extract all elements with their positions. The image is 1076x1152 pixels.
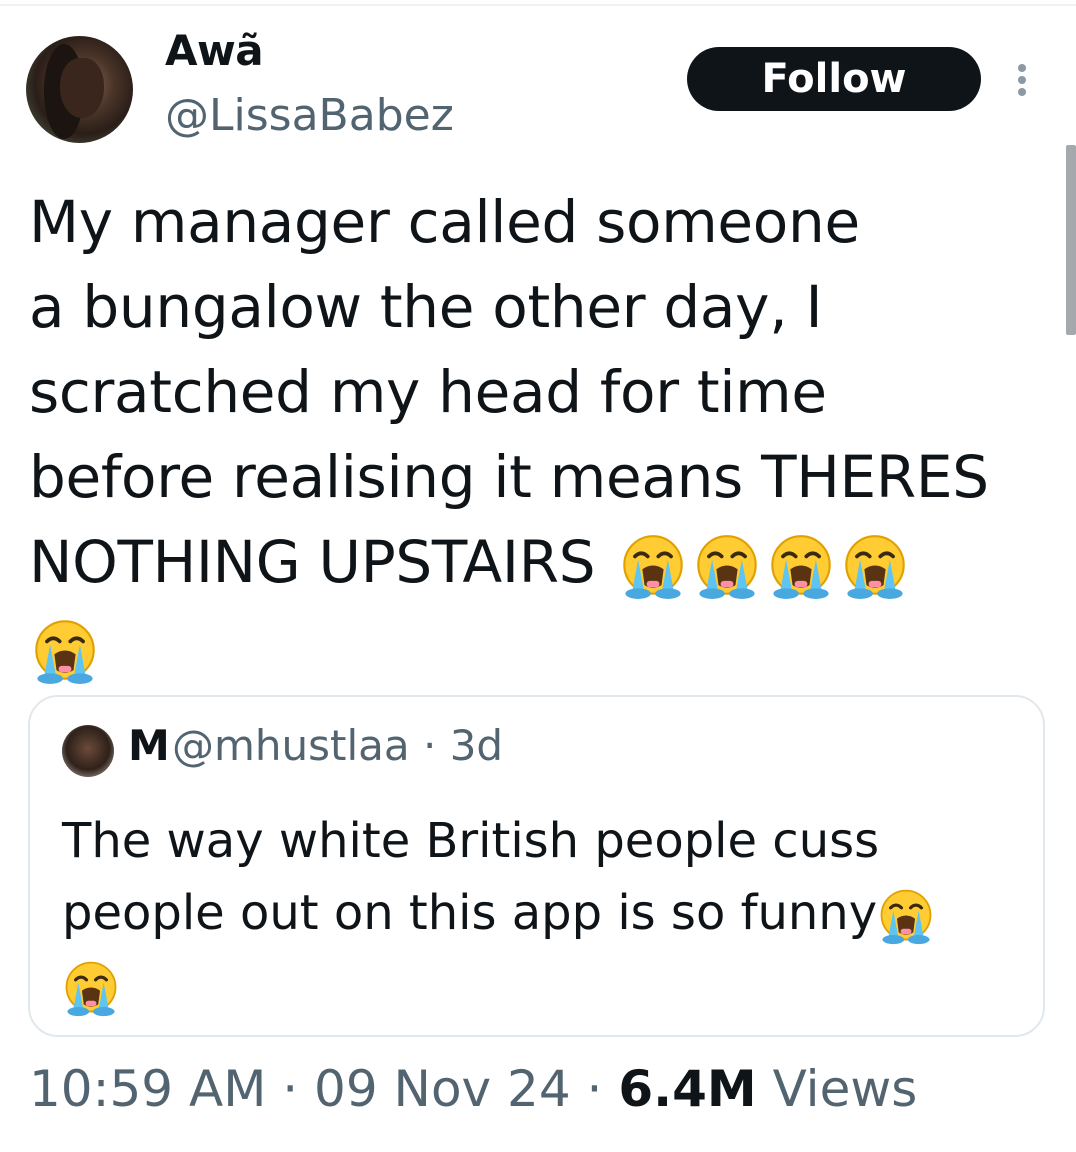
loudly-crying-face-emoji bbox=[877, 887, 935, 945]
tweet-date[interactable]: 09 Nov 24 bbox=[314, 1060, 571, 1118]
quote-line: The way white British people cuss bbox=[62, 813, 880, 869]
tweet-line-6 bbox=[29, 605, 1029, 690]
quoted-author-meta: @mhustlaa · 3d bbox=[172, 721, 504, 770]
loudly-crying-face-emoji bbox=[619, 532, 687, 600]
quote-line-3 bbox=[62, 949, 1002, 1021]
tweet-timestamp-row: 10:59 AM · 09 Nov 24 · 6.4M Views bbox=[29, 1060, 917, 1118]
author-avatar[interactable] bbox=[26, 36, 133, 143]
views-count[interactable]: 6.4M bbox=[618, 1060, 756, 1118]
loudly-crying-face-emoji bbox=[693, 532, 761, 600]
author-handle[interactable]: @LissaBabez bbox=[165, 90, 454, 141]
tweet-line: a bungalow the other day, I bbox=[29, 273, 823, 341]
quoted-author-avatar[interactable] bbox=[62, 725, 114, 777]
views-label: Views bbox=[756, 1060, 918, 1118]
top-divider bbox=[0, 4, 1076, 6]
loudly-crying-face-emoji bbox=[62, 959, 120, 1017]
follow-button[interactable]: Follow bbox=[687, 47, 981, 111]
quoted-author-name[interactable]: M bbox=[128, 721, 170, 770]
quoted-tweet-text: The way white British people cuss people… bbox=[62, 805, 1002, 1021]
loudly-crying-face-emoji bbox=[767, 532, 835, 600]
more-vertical-icon[interactable] bbox=[1014, 62, 1030, 98]
scrollbar[interactable] bbox=[1066, 145, 1076, 335]
separator-dot: · bbox=[266, 1060, 315, 1118]
tweet-line: scratched my head for time bbox=[29, 358, 827, 426]
tweet-line: before realising it means THERES bbox=[29, 443, 989, 511]
quote-line-2: people out on this app is so funny bbox=[62, 877, 1002, 949]
loudly-crying-face-emoji bbox=[841, 532, 909, 600]
separator-dot: · bbox=[570, 1060, 619, 1118]
author-display-name[interactable]: Awã bbox=[165, 26, 264, 75]
quoted-tweet-card[interactable]: M @mhustlaa · 3d The way white British p… bbox=[28, 695, 1045, 1037]
tweet-line: My manager called someone bbox=[29, 188, 860, 256]
avatar-face bbox=[60, 58, 104, 118]
tweet-text: My manager called someone a bungalow the… bbox=[29, 180, 1029, 690]
tweet-time[interactable]: 10:59 AM bbox=[29, 1060, 266, 1118]
tweet-line-5: NOTHING UPSTAIRS bbox=[29, 520, 1029, 605]
loudly-crying-face-emoji bbox=[31, 617, 99, 685]
